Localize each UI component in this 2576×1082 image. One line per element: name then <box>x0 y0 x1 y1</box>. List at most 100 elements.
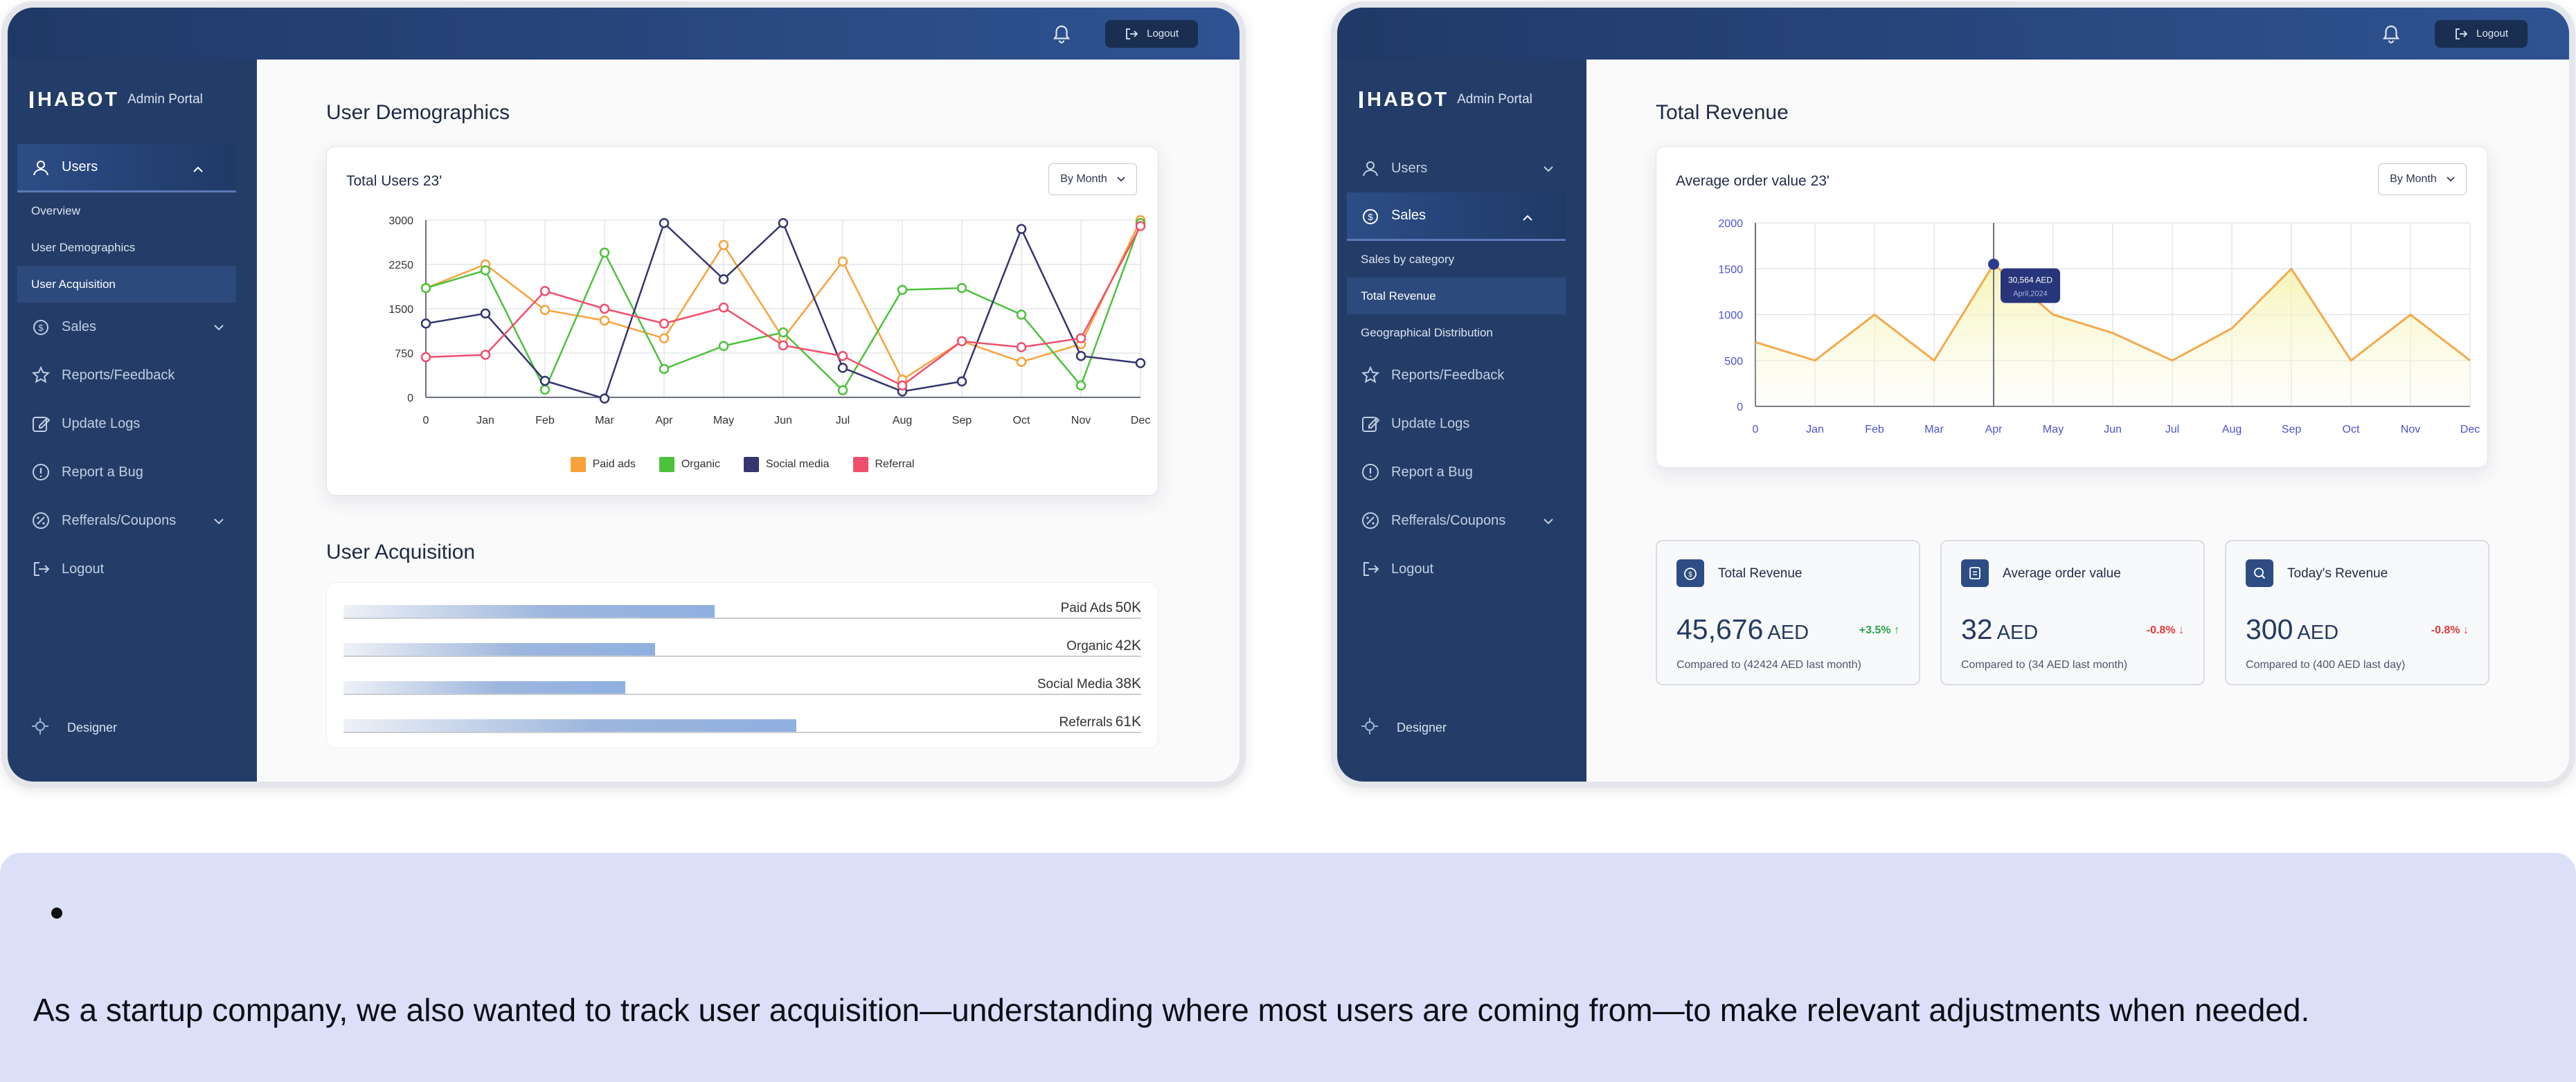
sidebar-item-sales[interactable]: $ Sales <box>8 303 257 351</box>
logout-icon <box>1359 558 1381 580</box>
y-tick-label: 750 <box>395 348 413 360</box>
data-point <box>718 240 729 251</box>
brand-logo: HABOT <box>30 90 119 110</box>
x-tick-label: May <box>2043 424 2064 435</box>
logout-icon <box>1126 28 1138 39</box>
data-point <box>599 393 610 404</box>
notification-bell-icon[interactable] <box>2375 18 2407 50</box>
sidebar-subitem-user-demographics[interactable]: User Demographics <box>8 229 257 266</box>
brand-subtitle: Admin Portal <box>1457 92 1532 107</box>
designer-profile[interactable]: Designer <box>1359 716 1447 740</box>
acquisition-name: Referrals <box>1059 715 1113 730</box>
sidebar-subitem-geographical-distribution[interactable]: Geographical Distribution <box>1337 314 1586 351</box>
tooltip-value: 30,564 AED <box>2008 276 2052 285</box>
sidebar-item-update-logs[interactable]: Update Logs <box>1337 399 1586 448</box>
delta-value: -0.8% <box>2431 624 2460 636</box>
section-title: User Acquisition <box>326 541 476 563</box>
x-tick-label: Jun <box>2104 424 2122 435</box>
acquisition-value: 61K <box>1115 714 1141 730</box>
sidebar-nav: Users Overview User Demographics User Ac… <box>8 144 257 593</box>
data-point <box>659 363 670 375</box>
page-title: User Demographics <box>326 101 510 124</box>
brand-subtitle: Admin Portal <box>127 92 203 107</box>
legend-item-paid-ads: Paid ads <box>570 457 636 472</box>
sidebar-item-logout[interactable]: Logout <box>1337 545 1586 593</box>
acquisition-bar <box>343 719 796 732</box>
edit-icon <box>1359 413 1381 435</box>
revenue-icon: $ <box>1676 559 1704 587</box>
stat-compare: Compared to (42424 AED last month) <box>1676 659 1861 671</box>
designer-profile[interactable]: Designer <box>30 716 117 740</box>
sidebar-item-users[interactable]: Users <box>1337 144 1586 192</box>
sidebar-item-report-bug[interactable]: Report a Bug <box>8 448 257 496</box>
stat-value: 32 AED <box>1961 613 2038 646</box>
sidebar-subitem-sales-by-category[interactable]: Sales by category <box>1337 241 1586 278</box>
sidebar-item-report-bug[interactable]: Report a Bug <box>1337 448 1586 496</box>
sidebar-item-label: Sales <box>62 318 97 334</box>
notification-bell-icon[interactable] <box>1046 18 1077 50</box>
sidebar-subitem-user-acquisition[interactable]: User Acquisition <box>17 266 236 303</box>
stat-value: 45,676 AED <box>1676 613 1809 646</box>
x-tick-label: Nov <box>2401 424 2420 435</box>
sidebar-item-reports[interactable]: Reports/Feedback <box>8 351 257 399</box>
logout-button[interactable]: Logout <box>2435 19 2528 48</box>
data-point <box>420 282 431 294</box>
sidebar-item-reports[interactable]: Reports/Feedback <box>1337 351 1586 399</box>
chevron-down-icon <box>214 319 224 335</box>
sidebar: HABOT Admin Portal Users $ Sales Sales b… <box>1337 60 1586 782</box>
data-point <box>778 340 789 351</box>
x-tick-label: Feb <box>535 415 555 426</box>
data-point <box>1135 358 1146 368</box>
legend-swatch <box>743 457 759 472</box>
legend-swatch <box>659 457 674 472</box>
sidebar-subitem-overview[interactable]: Overview <box>8 192 257 229</box>
data-point <box>539 375 551 386</box>
chevron-down-icon <box>1544 513 1553 529</box>
page-title: Total Revenue <box>1656 101 1789 124</box>
sidebar-item-users[interactable]: Users <box>17 144 236 192</box>
sidebar-item-label: Sales <box>1391 208 1426 223</box>
sidebar-item-referrals[interactable]: Refferals/Coupons <box>8 496 257 545</box>
sidebar-item-label: Update Logs <box>62 415 141 431</box>
sidebar-item-label: Refferals/Coupons <box>62 512 177 528</box>
stat-unit: AED <box>1767 622 1809 644</box>
sidebar-item-sales[interactable]: $ Sales <box>1347 192 1566 241</box>
star-icon <box>1359 364 1381 386</box>
sidebar-item-label: Refferals/Coupons <box>1391 512 1506 528</box>
x-tick-label: Oct <box>1013 415 1030 426</box>
data-point <box>1075 380 1086 391</box>
x-tick-label: Dec <box>1131 415 1150 426</box>
acquisition-row: Referrals 61K <box>343 705 1141 733</box>
acquisition-label: Paid Ads 50K <box>1061 599 1141 616</box>
designer-label: Designer <box>1397 721 1447 734</box>
data-point <box>480 265 491 276</box>
sidebar: HABOT Admin Portal Users Overview User D… <box>8 60 257 782</box>
stat-card-todays-revenue: Today's Revenue 300 AED -0.8% ↓ Compared … <box>2225 540 2489 685</box>
acquisition-track <box>343 617 1141 619</box>
data-point <box>599 247 610 258</box>
data-point <box>718 303 729 313</box>
data-point <box>956 376 967 387</box>
caption-text: As a startup company, we also wanted to … <box>33 992 2310 1028</box>
acquisition-row: Social Media 38K <box>343 667 1141 695</box>
sidebar-item-label: Logout <box>1391 561 1434 577</box>
x-tick-label: Nov <box>1071 415 1091 426</box>
star-icon <box>30 364 52 386</box>
sidebar-subitem-total-revenue[interactable]: Total Revenue <box>1347 278 1566 314</box>
logout-icon <box>30 558 52 580</box>
sidebar-item-logout[interactable]: Logout <box>8 545 257 593</box>
acquisition-bar <box>343 643 655 656</box>
x-tick-label: Jan <box>476 415 494 426</box>
logout-button-label: Logout <box>2476 28 2508 39</box>
x-tick-label: Mar <box>1924 424 1944 435</box>
sidebar-item-update-logs[interactable]: Update Logs <box>8 399 257 448</box>
sidebar-item-referrals[interactable]: Refferals/Coupons <box>1337 496 1586 545</box>
legend-item-organic: Organic <box>659 457 720 472</box>
sidebar-item-label: Report a Bug <box>62 464 143 480</box>
data-point <box>1016 357 1027 368</box>
user-icon <box>30 156 52 179</box>
logout-button-label: Logout <box>1147 28 1179 39</box>
demographics-screen: Logout HABOT Admin Portal Users Overview… <box>1 1 1246 788</box>
logout-button[interactable]: Logout <box>1105 19 1198 48</box>
x-tick-label: Sep <box>2282 424 2302 435</box>
